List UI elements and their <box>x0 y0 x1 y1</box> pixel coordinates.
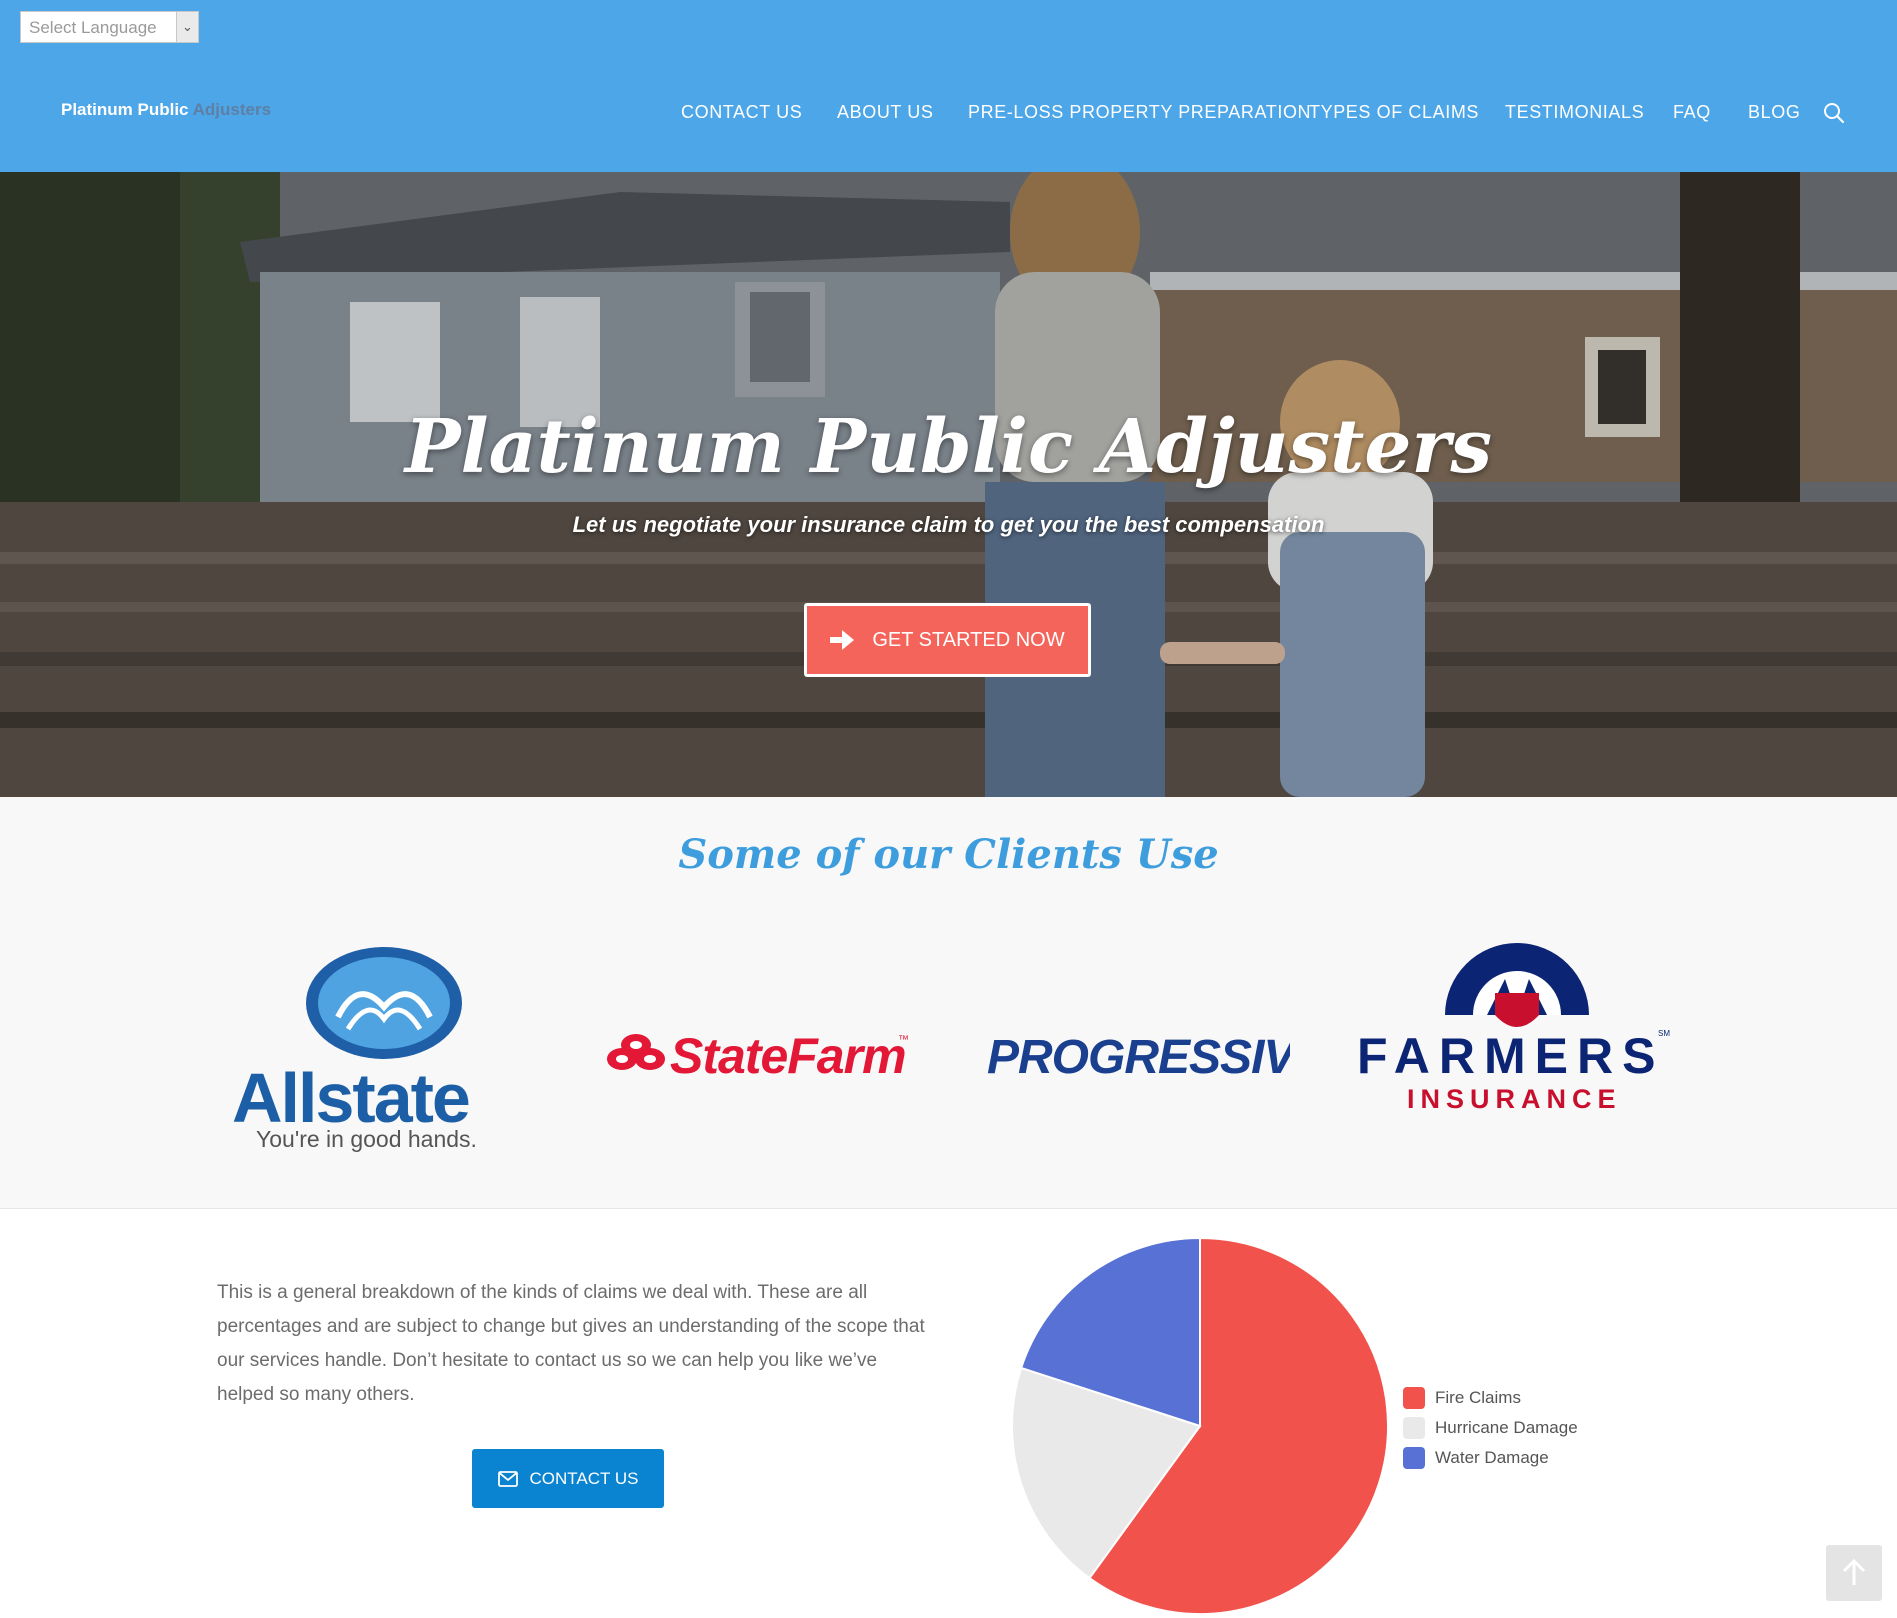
scroll-to-top-button[interactable] <box>1826 1545 1882 1601</box>
farmers-logo: FARMERS INSURANCE SM <box>1355 943 1680 1114</box>
envelope-icon <box>497 1470 518 1487</box>
progressive-wordmark: PROGRESSIVE <box>987 1031 1290 1084</box>
contact-us-label: CONTACT US <box>529 1468 639 1488</box>
nav-faq[interactable]: FAQ <box>1673 102 1711 123</box>
nav-blog[interactable]: BLOG <box>1748 102 1800 123</box>
nav-contact-us[interactable]: CONTACT US <box>681 102 802 123</box>
language-select[interactable]: Select Language ⌄ <box>20 11 199 43</box>
legend-label: Fire Claims <box>1435 1388 1521 1407</box>
logo-text-secondary: Adjusters <box>192 100 272 119</box>
get-started-label: GET STARTED NOW <box>872 628 1065 651</box>
claims-breakdown-text: This is a general breakdown of the kinds… <box>217 1282 925 1405</box>
farmers-wordmark: FARMERS <box>1357 1028 1664 1084</box>
nav-types-of-claims[interactable]: TYPES OF CLAIMS <box>1309 102 1479 123</box>
clients-section: Some of our Clients Use Allstate You're … <box>0 797 1897 1209</box>
statefarm-logo: StateFarm ™ <box>600 1025 920 1085</box>
statefarm-trademark: ™ <box>898 1034 909 1046</box>
language-select-label: Select Language <box>29 18 157 37</box>
nav-testimonials[interactable]: TESTIMONIALS <box>1505 102 1644 123</box>
site-header: Select Language ⌄ Platinum Public Adjust… <box>0 0 1897 172</box>
legend-swatch <box>1403 1447 1425 1469</box>
allstate-tagline: You're in good hands. <box>256 1126 477 1152</box>
contact-us-button[interactable]: CONTACT US <box>472 1449 664 1508</box>
farmers-subtitle: INSURANCE <box>1407 1084 1622 1113</box>
legend-item-water-damage: Water Damage <box>1403 1443 1578 1473</box>
legend-item-hurricane-damage: Hurricane Damage <box>1403 1413 1578 1443</box>
chevron-down-icon: ⌄ <box>176 12 198 42</box>
arrow-up-icon <box>1842 1558 1866 1585</box>
progressive-logo: PROGRESSIVE <box>985 1025 1329 1085</box>
legend-item-fire-claims: Fire Claims <box>1403 1383 1578 1413</box>
allstate-logo: Allstate You're in good hands. <box>228 947 533 1157</box>
chart-legend: Fire Claims Hurricane Damage Water Damag… <box>1403 1383 1578 1473</box>
clients-title: Some of our Clients Use <box>678 831 1219 878</box>
legend-label: Water Damage <box>1435 1448 1549 1467</box>
search-icon[interactable] <box>1822 101 1846 125</box>
nav-pre-loss-property-preparation[interactable]: PRE-LOSS PROPERTY PREPARATION <box>968 102 1311 123</box>
hero-title: Platinum Public Adjusters <box>404 404 1493 490</box>
logo-text-primary: Platinum Public <box>61 100 189 119</box>
hero-subtitle: Let us negotiate your insurance claim to… <box>572 512 1325 537</box>
legend-swatch <box>1403 1387 1425 1409</box>
get-started-button[interactable]: GET STARTED NOW <box>804 603 1091 677</box>
nav-about-us[interactable]: ABOUT US <box>837 102 934 123</box>
farmers-servicemark: SM <box>1658 1029 1670 1038</box>
arrow-right-icon <box>830 630 855 650</box>
legend-swatch <box>1403 1417 1425 1439</box>
hero-section: Platinum Public Adjusters Let us negotia… <box>0 172 1897 797</box>
site-logo[interactable]: Platinum Public Adjusters <box>61 100 271 120</box>
claims-pie-chart <box>1011 1236 1389 1615</box>
legend-label: Hurricane Damage <box>1435 1418 1578 1437</box>
statefarm-wordmark: StateFarm <box>670 1028 906 1084</box>
